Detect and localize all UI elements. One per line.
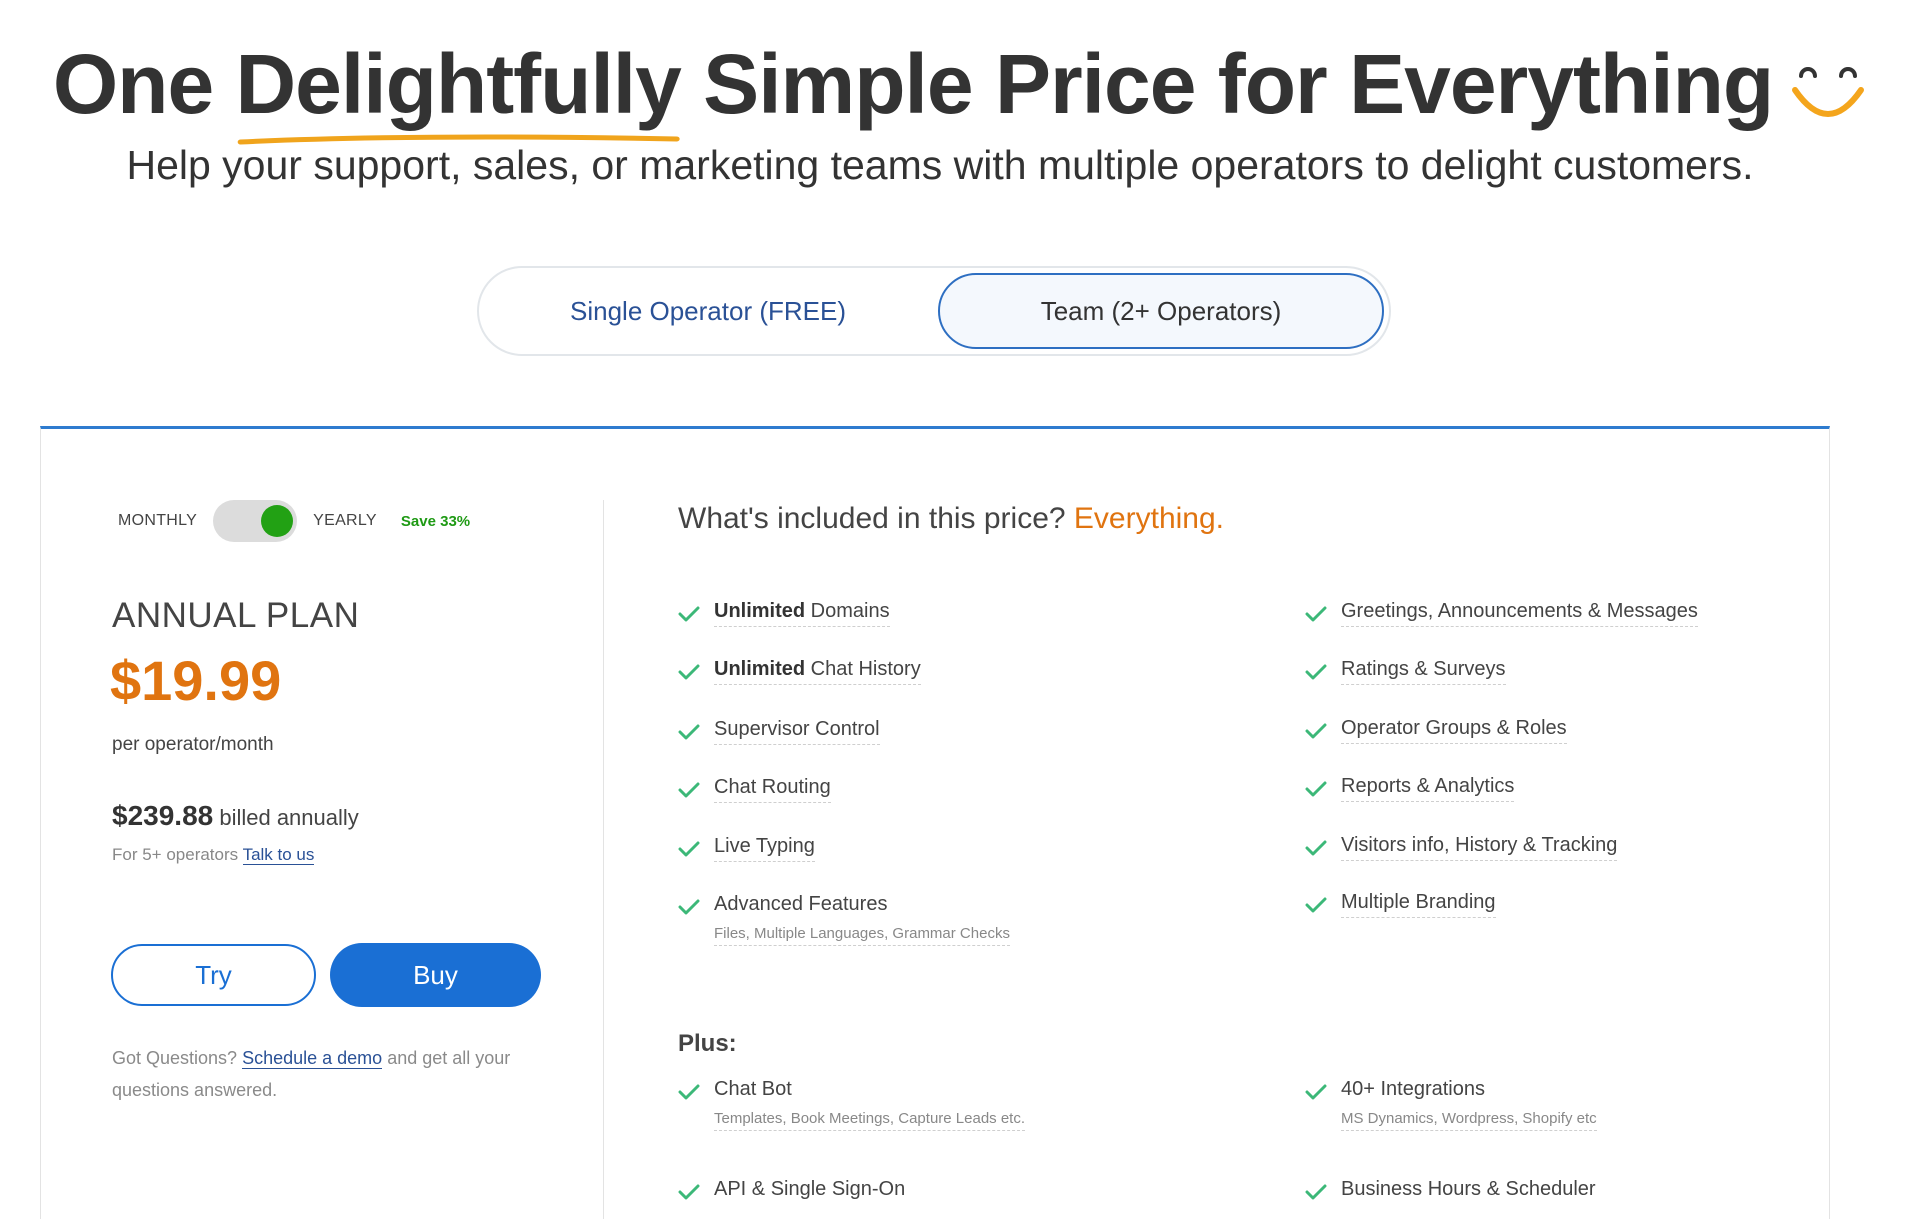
plus-sublabel: MS Dynamics, Wordpress, Shopify etc	[1341, 1110, 1597, 1131]
talk-to-us-link[interactable]: Talk to us	[242, 845, 315, 865]
plus-item: 40+ Integrations MS Dynamics, Wordpress,…	[1305, 1078, 1597, 1131]
feature-label: Chat Routing	[714, 776, 831, 803]
plus-label: Chat Bot	[714, 1078, 792, 1100]
five-plus-text: For 5+ operators	[112, 845, 243, 864]
billing-period-toggle-row: MONTHLY YEARLY Save 33%	[118, 500, 470, 542]
check-icon	[678, 1084, 700, 1100]
check-icon	[1305, 664, 1327, 680]
title-underlined-word: Delightfully	[236, 36, 682, 145]
feature-label: Operator Groups & Roles	[1341, 717, 1567, 744]
tab-team[interactable]: Team (2+ Operators)	[938, 273, 1384, 349]
feature-item: Unlimited Chat History	[678, 658, 921, 685]
card-divider	[603, 500, 604, 1219]
feature-item: Unlimited Domains	[678, 600, 890, 627]
plus-item: API & Single Sign-On	[678, 1178, 905, 1204]
feature-sublabel: Files, Multiple Languages, Grammar Check…	[714, 925, 1010, 946]
plus-label: 40+ Integrations	[1341, 1078, 1485, 1100]
check-icon	[1305, 1184, 1327, 1200]
questions-prefix: Got Questions?	[112, 1048, 243, 1068]
feature-label: Multiple Branding	[1341, 891, 1496, 918]
check-icon	[1305, 1084, 1327, 1100]
monthly-label[interactable]: MONTHLY	[118, 512, 197, 530]
check-icon	[1305, 897, 1327, 913]
feature-label: Unlimited Chat History	[714, 658, 921, 685]
tab-single-operator[interactable]: Single Operator (FREE)	[485, 273, 931, 349]
check-icon	[1305, 781, 1327, 797]
toggle-knob	[261, 505, 294, 537]
feature-item: Live Typing	[678, 835, 815, 862]
check-icon	[1305, 723, 1327, 739]
feature-label: Reports & Analytics	[1341, 775, 1515, 802]
feature-item: Multiple Branding	[1305, 891, 1496, 918]
check-icon	[678, 606, 700, 622]
billing-period-toggle[interactable]	[213, 500, 298, 542]
page-title: One Delightfully Simple Price for Everyt…	[0, 36, 1920, 145]
plan-type-switch: Single Operator (FREE) Team (2+ Operator…	[477, 266, 1391, 356]
check-icon	[1305, 840, 1327, 856]
check-icon	[678, 724, 700, 740]
included-heading-text: What's included in this price?	[678, 502, 1074, 535]
billed-amount: $239.88	[112, 800, 214, 831]
five-plus-operators: For 5+ operators Talk to us	[112, 845, 315, 865]
check-icon	[678, 841, 700, 857]
feature-label: Advanced Features	[714, 893, 888, 915]
plus-sublabel: Templates, Book Meetings, Capture Leads …	[714, 1110, 1026, 1131]
title-part-1: One	[52, 37, 236, 131]
save-badge: Save 33%	[400, 512, 471, 530]
check-icon	[678, 1184, 700, 1200]
feature-label: Ratings & Surveys	[1341, 658, 1506, 685]
feature-item: Supervisor Control	[678, 718, 880, 745]
feature-item: Visitors info, History & Tracking	[1305, 834, 1618, 861]
questions-text: Got Questions? Schedule a demo and get a…	[112, 1042, 572, 1106]
plus-item: Chat Bot Templates, Book Meetings, Captu…	[678, 1078, 1026, 1131]
price-unit: per operator/month	[112, 734, 274, 755]
plus-label: API & Single Sign-On	[714, 1178, 906, 1200]
feature-item: Operator Groups & Roles	[1305, 717, 1567, 744]
check-icon	[678, 899, 700, 915]
plus-label: Business Hours & Scheduler	[1341, 1178, 1596, 1200]
feature-item: Advanced Features Files, Multiple Langua…	[678, 893, 1010, 946]
feature-label: Live Typing	[714, 835, 815, 862]
feature-item: Greetings, Announcements & Messages	[1305, 600, 1698, 627]
billed-annually: $239.88 billed annually	[112, 800, 359, 832]
yearly-label[interactable]: YEARLY	[313, 512, 377, 530]
smile-icon	[1792, 66, 1865, 117]
plus-heading: Plus:	[678, 1030, 737, 1057]
feature-label: Supervisor Control	[714, 718, 880, 745]
plus-item: Business Hours & Scheduler	[1305, 1178, 1596, 1204]
billed-text: billed annually	[213, 805, 359, 830]
try-button[interactable]: Try	[111, 944, 316, 1006]
check-icon	[678, 782, 700, 798]
included-heading-accent: Everything.	[1073, 502, 1224, 535]
feature-item: Reports & Analytics	[1305, 775, 1515, 802]
plan-name: ANNUAL PLAN	[112, 596, 360, 635]
plan-price: $19.99	[110, 649, 282, 712]
feature-item: Chat Routing	[678, 776, 831, 803]
title-part-2: Simple Price for Everything	[680, 37, 1774, 131]
included-heading: What's included in this price? Everythin…	[678, 502, 1224, 536]
feature-label: Greetings, Announcements & Messages	[1341, 600, 1698, 627]
check-icon	[678, 664, 700, 680]
schedule-demo-link[interactable]: Schedule a demo	[242, 1048, 383, 1069]
buy-button[interactable]: Buy	[330, 943, 541, 1007]
feature-item: Ratings & Surveys	[1305, 658, 1506, 685]
feature-label: Unlimited Domains	[714, 600, 890, 627]
feature-label: Visitors info, History & Tracking	[1341, 834, 1618, 861]
check-icon	[1305, 606, 1327, 622]
page-subtitle: Help your support, sales, or marketing t…	[126, 142, 1754, 188]
